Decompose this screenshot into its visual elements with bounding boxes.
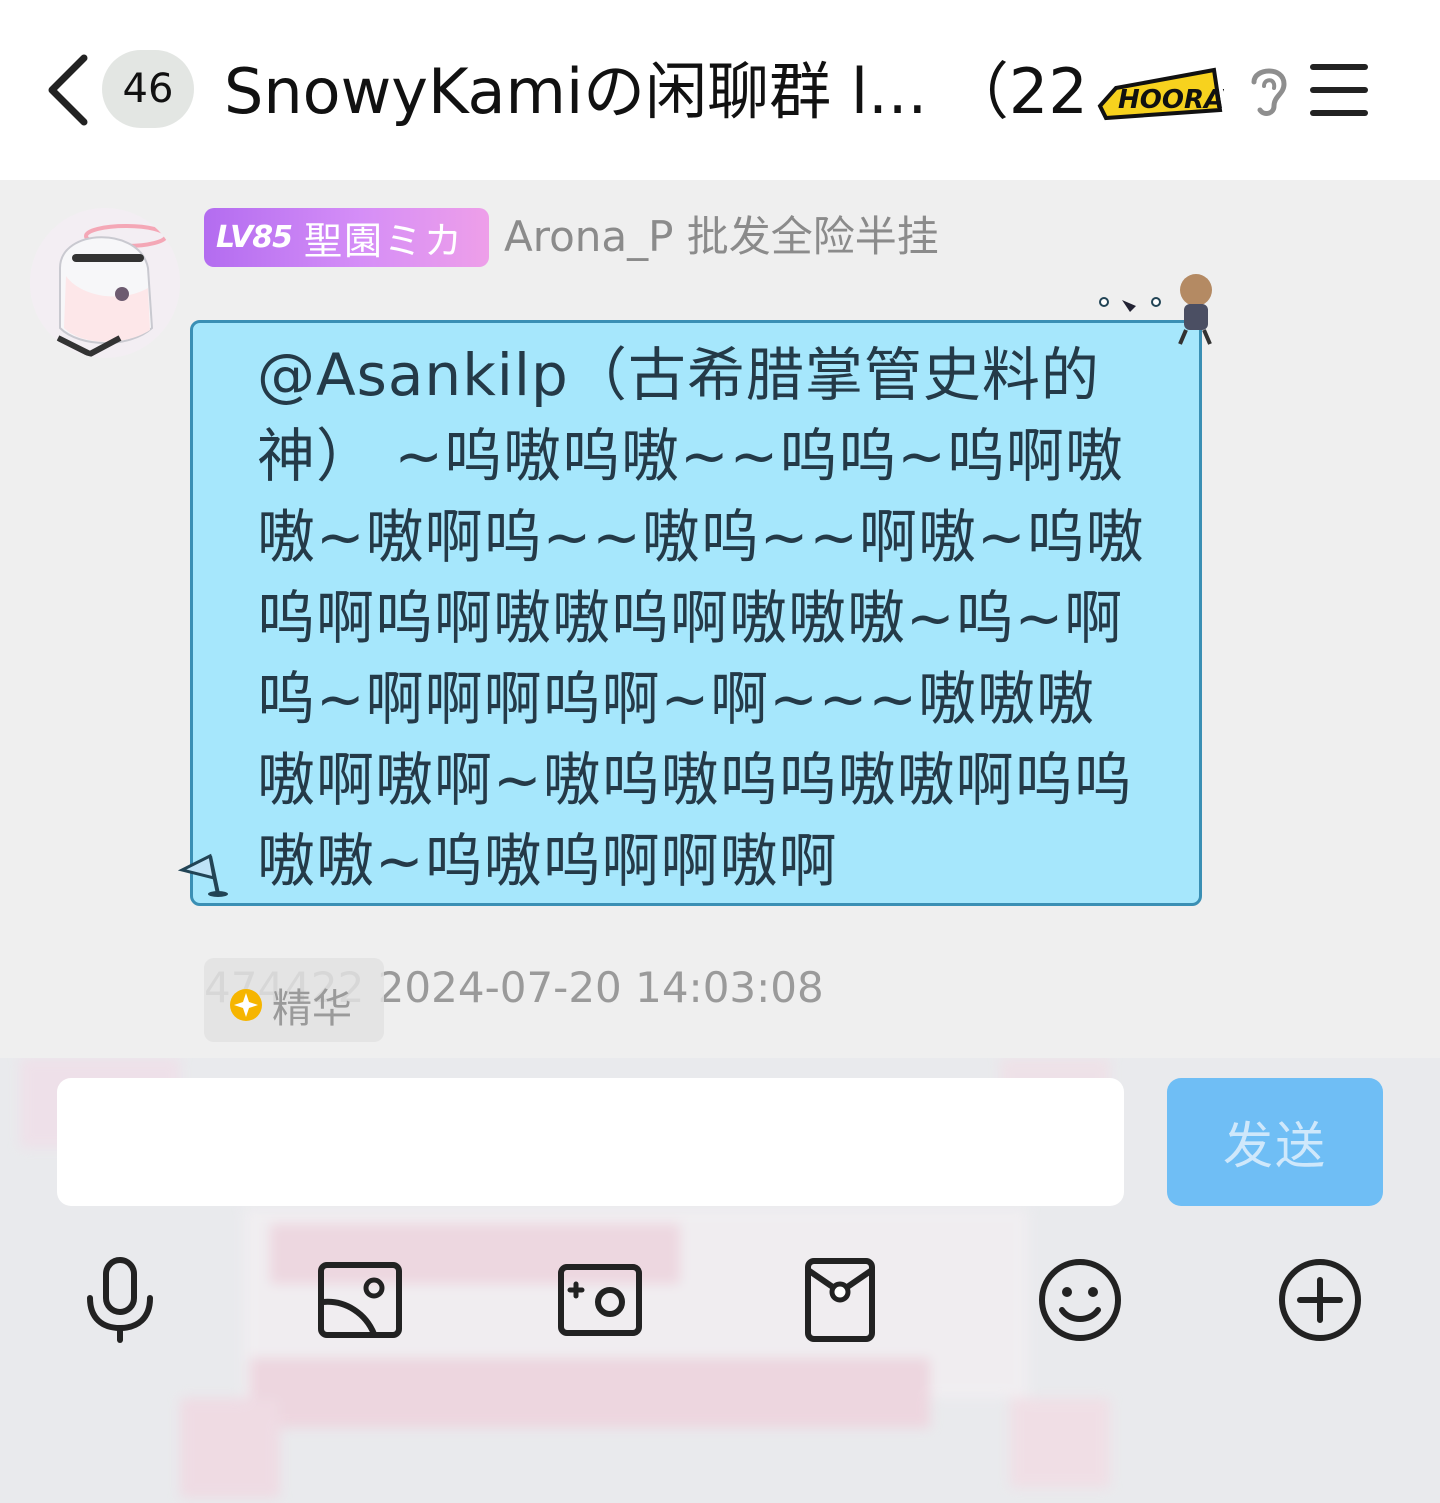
input-panel: 发送 <box>0 1058 1440 1503</box>
bubble-character-decoration-icon <box>1099 274 1212 345</box>
flag-decoration-icon <box>178 853 228 897</box>
plus-icon[interactable] <box>1276 1256 1364 1344</box>
message-bubble[interactable]: @Asankilp（古希腊掌管史料的神） ~呜嗷呜嗷~~呜呜~呜啊嗷嗷~嗷啊呜~… <box>190 320 1202 906</box>
level-title: 聖園ミカ <box>304 219 465 263</box>
essence-label: 精华 <box>272 986 352 1032</box>
ear-icon[interactable] <box>1244 60 1294 120</box>
image-icon[interactable] <box>316 1256 404 1344</box>
send-button[interactable]: 发送 <box>1167 1078 1383 1206</box>
back-icon[interactable] <box>40 52 100 128</box>
message-input[interactable] <box>57 1078 1124 1206</box>
hooray-badge-text: HOORAY <box>1118 85 1224 115</box>
menu-icon[interactable] <box>1306 62 1372 118</box>
level-text: LV85 <box>216 220 293 255</box>
chat-header: 46 SnowyKamiの闲聊群 l... （220） HOORAY <box>0 0 1440 180</box>
essence-tag[interactable]: 精华 <box>204 958 384 1042</box>
group-title[interactable]: SnowyKamiの闲聊群 l... （220） <box>224 52 1084 132</box>
red-packet-icon[interactable] <box>796 1256 884 1344</box>
level-badge: LV85 聖園ミカ <box>204 208 489 267</box>
mic-icon[interactable] <box>76 1256 164 1344</box>
emoji-icon[interactable] <box>1036 1256 1124 1344</box>
unread-count-badge[interactable]: 46 <box>102 50 194 128</box>
message-text: @Asankilp（古希腊掌管史料的神） ~呜嗷呜嗷~~呜呜~呜啊嗷嗷~嗷啊呜~… <box>257 341 1145 895</box>
hooray-badge: HOORAY <box>1097 67 1224 121</box>
camera-icon[interactable] <box>556 1256 644 1344</box>
avatar[interactable] <box>30 208 180 358</box>
sender-name[interactable]: Arona_P 批发全险半挂 <box>504 206 939 268</box>
essence-icon <box>230 989 262 1021</box>
